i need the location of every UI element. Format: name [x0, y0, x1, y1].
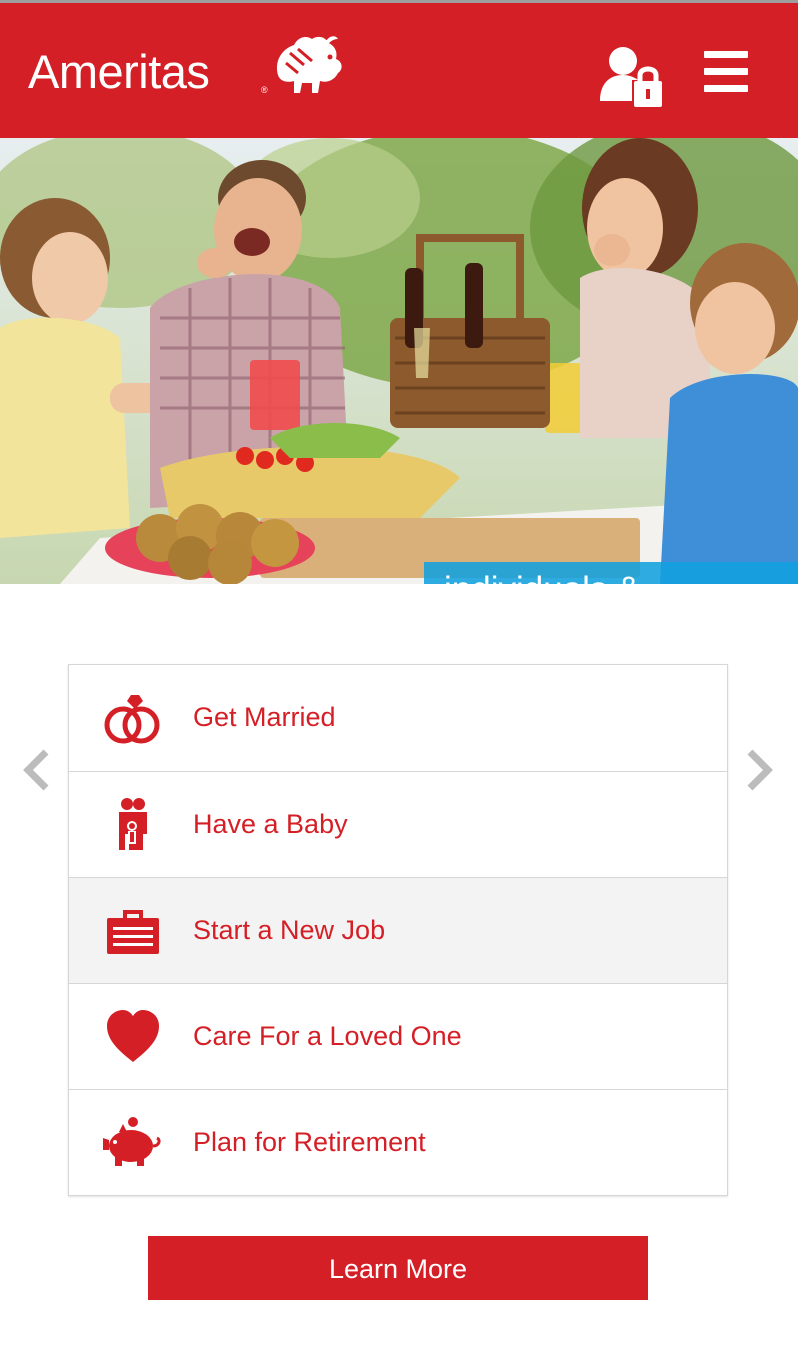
briefcase-icon [107, 910, 159, 954]
life-event-label: Get Married [193, 702, 336, 732]
life-event-label: Have a Baby [193, 809, 348, 839]
hero-caption: individuals & families [424, 562, 798, 584]
life-events-list: Get Married Have a Baby Start a New Job [68, 664, 728, 1196]
bison-icon[interactable] [268, 31, 348, 101]
life-event-plan-for-retirement[interactable]: Plan for Retirement [69, 1089, 727, 1195]
family-picnic-photo [0, 138, 798, 584]
wedding-rings-icon [104, 695, 160, 744]
life-event-have-a-baby[interactable]: Have a Baby [69, 771, 727, 877]
hero-caption-line1: individuals & [444, 570, 641, 584]
chevron-right-icon[interactable] [744, 748, 774, 792]
heart-icon [107, 1010, 159, 1062]
life-event-label: Care For a Loved One [193, 1021, 462, 1051]
piggy-bank-icon [103, 1117, 161, 1166]
hero-banner: individuals & families [0, 138, 798, 584]
hamburger-menu-icon[interactable] [704, 51, 748, 93]
site-header: Ameritas ® [0, 3, 798, 138]
learn-more-button[interactable]: Learn More [148, 1236, 648, 1300]
registered-mark: ® [261, 85, 268, 95]
family-icon [119, 798, 147, 850]
brand-logo-text[interactable]: Ameritas [28, 47, 210, 97]
chevron-left-icon[interactable] [22, 748, 52, 792]
life-event-start-a-new-job[interactable]: Start a New Job [69, 877, 727, 983]
life-event-label: Plan for Retirement [193, 1127, 426, 1157]
life-event-get-married[interactable]: Get Married [69, 665, 727, 770]
life-event-label: Start a New Job [193, 915, 386, 945]
life-event-care-for-a-loved-one[interactable]: Care For a Loved One [69, 983, 727, 1089]
user-lock-icon[interactable] [596, 43, 666, 109]
